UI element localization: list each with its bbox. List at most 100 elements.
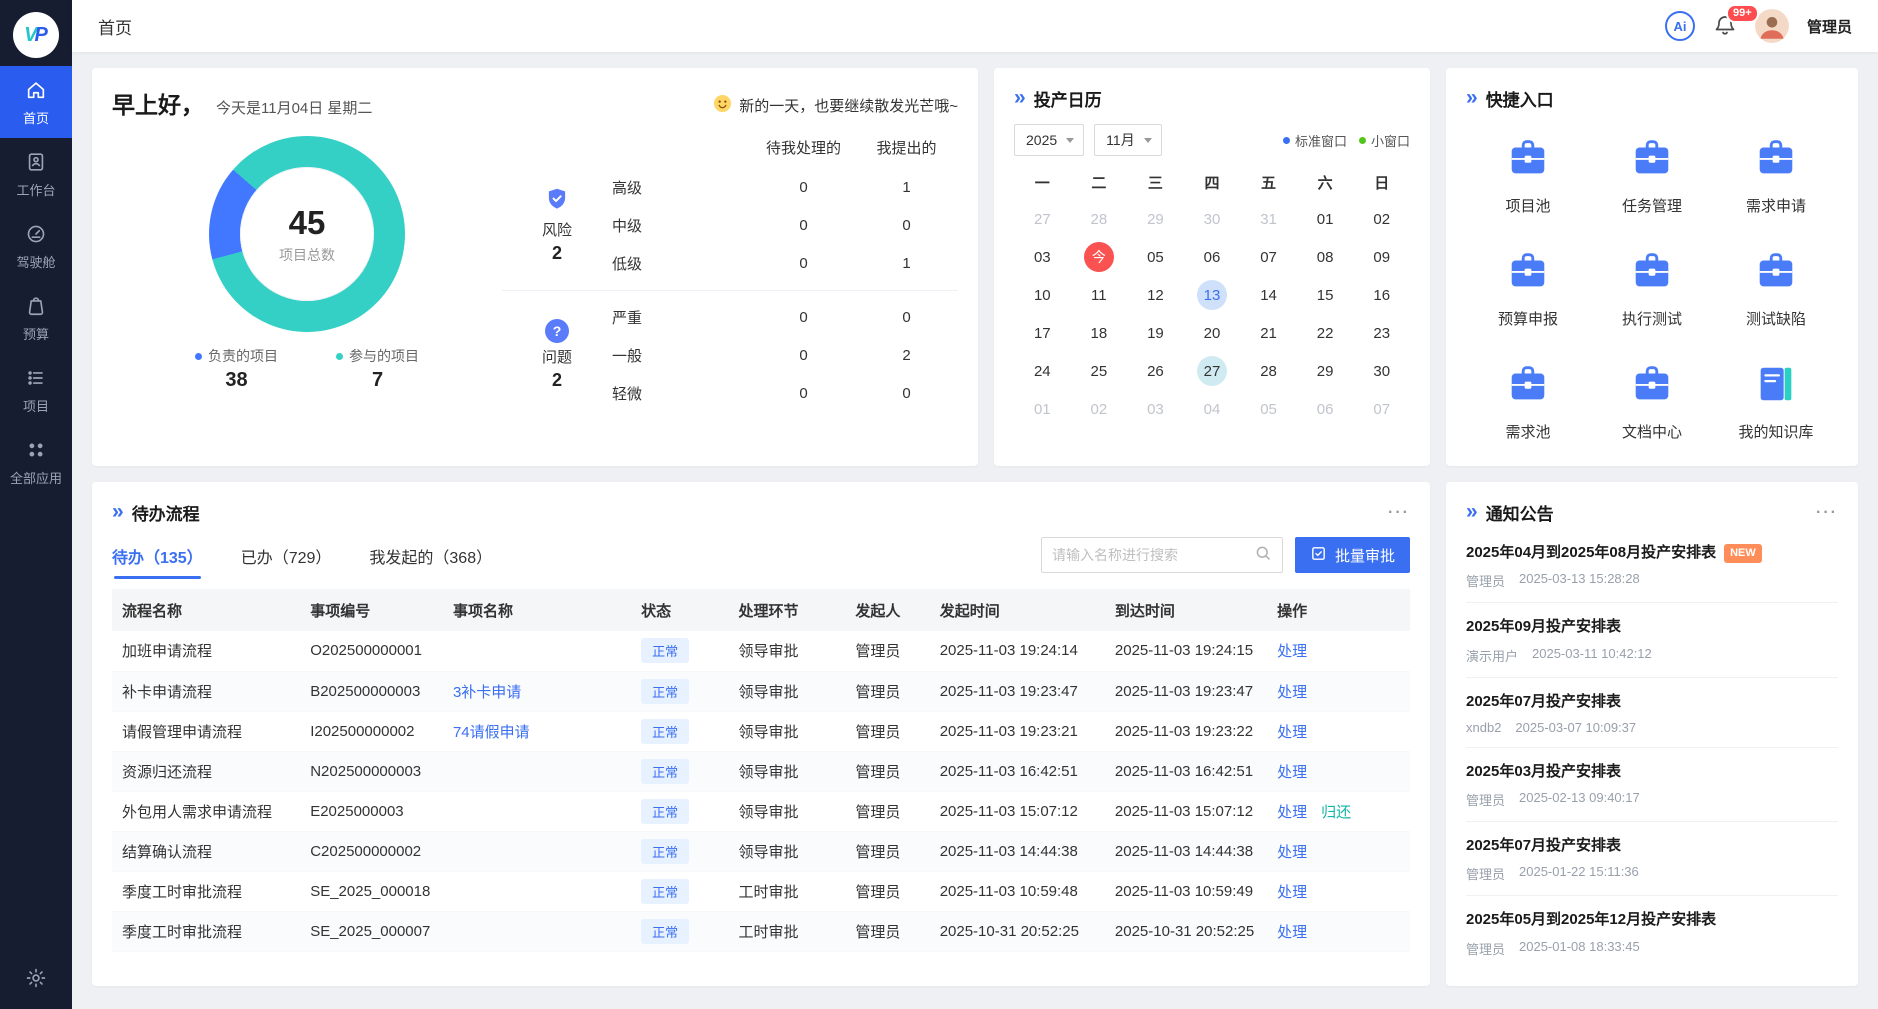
calendar-day[interactable]: 27 (1197, 356, 1227, 386)
action-link-handle[interactable]: 处理 (1277, 643, 1307, 660)
notice-item[interactable]: 2025年05月到2025年12月投产安排表管理员2025-01-08 18:3… (1466, 896, 1838, 969)
action-link-handle[interactable]: 处理 (1277, 924, 1307, 941)
calendar-day[interactable]: 23 (1367, 318, 1397, 348)
calendar-day[interactable]: 06 (1197, 242, 1227, 272)
calendar-day[interactable]: 04 (1197, 394, 1227, 424)
calendar-day[interactable]: 19 (1140, 318, 1170, 348)
month-select[interactable]: 11月 (1094, 124, 1162, 156)
action-link-handle[interactable]: 处理 (1277, 804, 1307, 821)
action-link-handle[interactable]: 处理 (1277, 764, 1307, 781)
calendar-day[interactable]: 03 (1140, 394, 1170, 424)
calendar-day[interactable]: 30 (1197, 204, 1227, 234)
item-name-link[interactable]: 3补卡申请 (453, 684, 521, 701)
action-link-handle[interactable]: 处理 (1277, 884, 1307, 901)
calendar-day[interactable]: 17 (1027, 318, 1057, 348)
sidebar-item-budget[interactable]: 预算 (0, 282, 72, 354)
calendar-day[interactable]: 18 (1084, 318, 1114, 348)
calendar-day[interactable]: 16 (1367, 280, 1397, 310)
calendar-day[interactable]: 11 (1084, 280, 1114, 310)
calendar-day[interactable]: 01 (1310, 204, 1340, 234)
initiator: 管理员 (845, 911, 929, 951)
actions: 处理 (1267, 871, 1410, 911)
quick-entry-item[interactable]: 我的知识库 (1714, 361, 1838, 442)
calendar-day[interactable]: 24 (1027, 356, 1057, 386)
sidebar-item-home[interactable]: 首页 (0, 66, 72, 138)
calendar-day[interactable]: 20 (1197, 318, 1227, 348)
ai-assistant-icon[interactable]: Ai (1665, 11, 1695, 41)
quick-entry-item[interactable]: 执行测试 (1590, 248, 1714, 329)
item-name: 3补卡申请 (443, 671, 631, 711)
calendar-day[interactable]: 02 (1367, 204, 1397, 234)
notice-item[interactable]: 2025年09月投产安排表演示用户2025-03-11 10:42:12 (1466, 603, 1838, 677)
quick-entry-item[interactable]: 需求申请 (1714, 135, 1838, 216)
search-input[interactable] (1052, 547, 1254, 563)
action-link-handle[interactable]: 处理 (1277, 844, 1307, 861)
more-icon[interactable]: ··· (1388, 504, 1410, 522)
sidebar-item-workbench[interactable]: 工作台 (0, 138, 72, 210)
quick-entry-item[interactable]: 预算申报 (1466, 248, 1590, 329)
calendar-day[interactable]: 14 (1254, 280, 1284, 310)
start-time: 2025-11-03 19:23:47 (930, 671, 1105, 711)
calendar-day[interactable]: 27 (1027, 204, 1057, 234)
calendar-day[interactable]: 05 (1140, 242, 1170, 272)
notice-title-text: 2025年04月到2025年08月投产安排表 (1466, 543, 1716, 563)
notice-item[interactable]: 2025年03月投产安排表管理员2025-02-13 09:40:17 (1466, 748, 1838, 822)
table-row: 结算确认流程C202500000002正常领导审批管理员2025-11-03 1… (112, 831, 1410, 871)
sidebar-item-all-apps[interactable]: 全部应用 (0, 426, 72, 498)
quick-entry-item[interactable]: 文档中心 (1590, 361, 1714, 442)
calendar-day[interactable]: 03 (1027, 242, 1057, 272)
notice-item[interactable]: 2025年04月到2025年08月投产安排表NEW管理员2025-03-13 1… (1466, 529, 1838, 603)
notice-item[interactable]: 2025年07月投产安排表xndb22025-03-07 10:09:37 (1466, 678, 1838, 748)
quick-entry-item[interactable]: 任务管理 (1590, 135, 1714, 216)
donut-center: 45 项目总数 (209, 136, 405, 332)
calendar-day[interactable]: 08 (1310, 242, 1340, 272)
calendar-day[interactable]: 10 (1027, 280, 1057, 310)
year-select[interactable]: 2025 (1014, 124, 1084, 156)
calendar-day[interactable]: 28 (1254, 356, 1284, 386)
notice-item[interactable]: 2025年07月投产安排表管理员2025-01-22 15:11:36 (1466, 822, 1838, 896)
sidebar-item-cockpit[interactable]: 驾驶舱 (0, 210, 72, 282)
calendar-day[interactable]: 05 (1254, 394, 1284, 424)
start-time: 2025-11-03 10:59:48 (930, 871, 1105, 911)
action-link-return[interactable]: 归还 (1321, 804, 1351, 821)
calendar-day[interactable]: 30 (1367, 356, 1397, 386)
calendar-day[interactable]: 15 (1310, 280, 1340, 310)
item-name-link[interactable]: 74请假申请 (453, 724, 530, 741)
action-link-handle[interactable]: 处理 (1277, 684, 1307, 701)
divider (502, 290, 958, 291)
search-icon[interactable] (1254, 544, 1272, 566)
avatar[interactable] (1755, 9, 1789, 43)
today-badge[interactable]: 今 (1084, 242, 1114, 272)
calendar-day[interactable]: 26 (1140, 356, 1170, 386)
calendar-day[interactable]: 29 (1310, 356, 1340, 386)
todo-tab-2[interactable]: 我发起的（368） (369, 544, 492, 579)
more-icon[interactable]: ··· (1816, 504, 1838, 522)
calendar-day[interactable]: 21 (1254, 318, 1284, 348)
arrive-time: 2025-11-03 15:07:12 (1105, 791, 1267, 831)
calendar-day[interactable]: 22 (1310, 318, 1340, 348)
calendar-day[interactable]: 02 (1084, 394, 1114, 424)
sidebar-item-project[interactable]: 项目 (0, 354, 72, 426)
calendar-day[interactable]: 09 (1367, 242, 1397, 272)
calendar-day[interactable]: 13 (1197, 280, 1227, 310)
calendar-day[interactable]: 12 (1140, 280, 1170, 310)
quick-entry-item[interactable]: 需求池 (1466, 361, 1590, 442)
calendar-day[interactable]: 07 (1254, 242, 1284, 272)
settings-gear-icon[interactable] (25, 967, 47, 993)
todo-tab-0[interactable]: 待办（135） (112, 544, 203, 579)
calendar-day[interactable]: 01 (1027, 394, 1057, 424)
calendar-day[interactable]: 29 (1140, 204, 1170, 234)
batch-approve-button[interactable]: 批量审批 (1295, 537, 1410, 573)
calendar-day[interactable]: 31 (1254, 204, 1284, 234)
notifications-bell-icon[interactable]: 99+ (1713, 13, 1737, 39)
calendar-day[interactable]: 25 (1084, 356, 1114, 386)
calendar-cell: 15 (1297, 276, 1354, 314)
quick-entry-item[interactable]: 测试缺陷 (1714, 248, 1838, 329)
calendar-day[interactable]: 06 (1310, 394, 1340, 424)
quick-entry-item[interactable]: 项目池 (1466, 135, 1590, 216)
action-link-handle[interactable]: 处理 (1277, 724, 1307, 741)
todo-tab-1[interactable]: 已办（729） (241, 544, 332, 579)
calendar-day[interactable]: 07 (1367, 394, 1397, 424)
app-logo[interactable]: VP (13, 12, 59, 58)
calendar-day[interactable]: 28 (1084, 204, 1114, 234)
